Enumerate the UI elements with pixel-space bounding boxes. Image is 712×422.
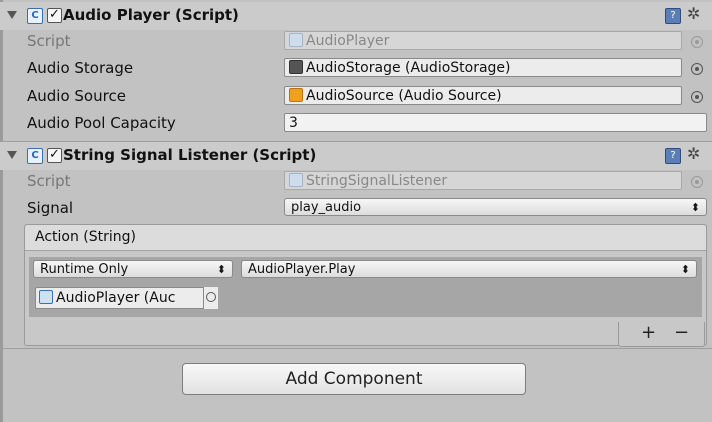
- add-listener-button[interactable]: +: [641, 322, 656, 344]
- object-picker-icon: [691, 176, 703, 188]
- audio-player-header[interactable]: C ✓ Audio Player (Script) ? ✲: [0, 2, 712, 30]
- audio-pool-capacity-input[interactable]: 3: [284, 113, 707, 132]
- audio-source-field[interactable]: AudioSource (Audio Source): [284, 86, 682, 105]
- field-label: Script: [27, 32, 71, 50]
- gear-icon[interactable]: ✲: [687, 4, 700, 23]
- script-icon: [289, 33, 303, 47]
- audio-source-value: AudioSource (Audio Source): [306, 88, 502, 104]
- help-book-icon[interactable]: ?: [665, 148, 681, 164]
- divider: [0, 348, 712, 349]
- signal-value: play_audio: [291, 200, 362, 215]
- object-picker-icon: [691, 36, 703, 48]
- signal-dropdown[interactable]: play_audio ⬍: [284, 198, 707, 216]
- remove-listener-button[interactable]: −: [674, 322, 689, 344]
- event-title: Action (String): [35, 229, 137, 245]
- script-icon: [289, 173, 303, 187]
- script-field: StringSignalListener: [284, 171, 682, 190]
- field-label: Audio Pool Capacity: [27, 114, 176, 132]
- field-label: Audio Storage: [27, 59, 134, 77]
- event-footer: + −: [618, 322, 705, 347]
- script-field: AudioPlayer: [284, 31, 682, 50]
- audio-storage-value: AudioStorage (AudioStorage): [306, 60, 511, 76]
- script-value: AudioPlayer: [306, 33, 390, 49]
- target-value: AudioPlayer (Auc: [56, 290, 176, 306]
- audio-storage-field[interactable]: AudioStorage (AudioStorage): [284, 58, 682, 77]
- function-dropdown[interactable]: AudioPlayer.Play ⬍: [241, 260, 697, 278]
- audio-source-icon: [289, 88, 303, 102]
- event-header: Action (String): [25, 225, 706, 251]
- field-label: Script: [27, 172, 71, 190]
- fold-arrow-icon[interactable]: [7, 11, 17, 19]
- object-picker-icon[interactable]: [203, 287, 218, 309]
- help-book-icon[interactable]: ?: [665, 8, 681, 24]
- csharp-script-icon: C: [27, 8, 43, 24]
- csharp-script-icon: C: [27, 148, 43, 164]
- dropdown-arrows-icon: ⬍: [216, 263, 226, 276]
- dropdown-arrows-icon: ⬍: [680, 263, 690, 276]
- add-component-button[interactable]: Add Component: [182, 363, 526, 395]
- left-edge: [0, 0, 3, 422]
- component-title: Audio Player (Script): [63, 6, 239, 24]
- fold-arrow-icon[interactable]: [7, 151, 17, 159]
- string-signal-listener-header[interactable]: C ✓ String Signal Listener (Script) ? ✲: [0, 142, 712, 170]
- object-picker-icon[interactable]: [691, 63, 703, 75]
- gear-icon[interactable]: ✲: [687, 144, 700, 163]
- component-icon: [289, 60, 303, 74]
- component-title: String Signal Listener (Script): [63, 146, 317, 164]
- call-state-dropdown[interactable]: Runtime Only ⬍: [33, 260, 233, 278]
- field-label: Audio Source: [27, 87, 126, 105]
- field-label: Signal: [27, 199, 74, 217]
- target-object-field[interactable]: AudioPlayer (Auc: [35, 287, 218, 309]
- enable-checkbox[interactable]: ✓: [47, 8, 62, 23]
- csharp-script-icon: [39, 290, 53, 304]
- call-state-value: Runtime Only: [40, 262, 129, 277]
- dropdown-arrows-icon: ⬍: [690, 201, 700, 214]
- script-value: StringSignalListener: [306, 173, 448, 189]
- enable-checkbox[interactable]: ✓: [47, 148, 62, 163]
- function-value: AudioPlayer.Play: [248, 262, 356, 277]
- unity-event-box: Action (String): [24, 224, 707, 346]
- object-picker-icon[interactable]: [691, 91, 703, 103]
